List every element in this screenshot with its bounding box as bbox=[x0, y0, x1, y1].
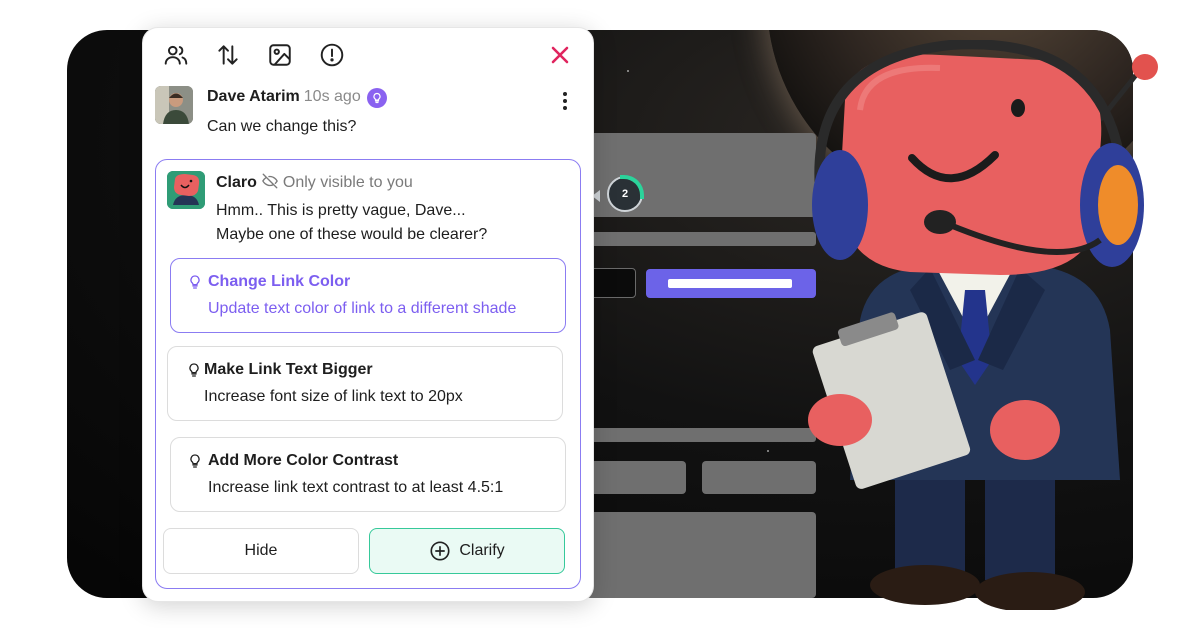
claro-avatar bbox=[167, 171, 205, 209]
mock-text-line bbox=[560, 428, 816, 442]
star bbox=[627, 70, 629, 72]
lightbulb-icon bbox=[190, 454, 200, 468]
ai-reply: Claro Only visible to you Hmm.. This is … bbox=[155, 159, 581, 589]
claro-message: Hmm.. This is pretty vague, Dave... Mayb… bbox=[216, 199, 487, 247]
suggestion-title: Add More Color Contrast bbox=[208, 452, 399, 469]
comment-author: Dave Atarim 10s ago bbox=[207, 88, 387, 108]
plus-circle-icon bbox=[430, 541, 450, 561]
toolbar bbox=[163, 42, 345, 68]
claro-message-line: Maybe one of these would be clearer? bbox=[216, 226, 488, 243]
suggestion-card[interactable]: Add More Color Contrast Increase link te… bbox=[170, 437, 566, 512]
mock-hero-block bbox=[560, 133, 816, 217]
avatar bbox=[155, 86, 193, 124]
comment-panel: Dave Atarim 10s ago Can we change this? C… bbox=[142, 27, 594, 602]
clarify-button-label: Clarify bbox=[459, 542, 505, 559]
lightbulb-icon bbox=[189, 363, 199, 377]
suggestion-description: Increase font size of link text to 20px bbox=[204, 388, 463, 405]
visibility-note: Only visible to you bbox=[282, 174, 413, 191]
hide-button[interactable]: Hide bbox=[163, 528, 359, 574]
star bbox=[767, 450, 769, 452]
users-icon[interactable] bbox=[163, 42, 189, 68]
mock-block bbox=[702, 461, 816, 494]
claro-name: Claro bbox=[216, 174, 257, 191]
more-options-icon[interactable] bbox=[555, 88, 575, 114]
mock-text-line bbox=[560, 232, 816, 246]
lightbulb-badge-icon bbox=[366, 88, 387, 108]
mock-block bbox=[560, 512, 816, 598]
comment-pin[interactable]: 2 bbox=[607, 175, 644, 212]
clarify-button[interactable]: Clarify bbox=[369, 528, 565, 574]
alert-icon[interactable] bbox=[319, 42, 345, 68]
comment-time: 10s ago bbox=[303, 88, 361, 105]
suggestion-title: Change Link Color bbox=[208, 273, 351, 290]
image-icon[interactable] bbox=[267, 42, 293, 68]
claro-message-line: Hmm.. This is pretty vague, Dave... bbox=[216, 202, 466, 219]
suggestion-description: Increase link text contrast to at least … bbox=[208, 479, 504, 496]
suggestion-card[interactable]: Change Link Color Update text color of l… bbox=[170, 258, 566, 333]
sort-icon[interactable] bbox=[215, 42, 241, 68]
stage: 2 Dave Atarim 10s ago Can we change this… bbox=[0, 0, 1200, 628]
suggestion-card[interactable]: Make Link Text Bigger Increase font size… bbox=[167, 346, 563, 421]
mock-button-label bbox=[668, 279, 792, 288]
claro-header: Claro Only visible to you bbox=[216, 172, 413, 192]
mascot-illustration bbox=[808, 40, 1158, 610]
eye-off-icon bbox=[262, 173, 278, 189]
suggestion-description: Update text color of link to a different… bbox=[208, 300, 517, 317]
hide-button-label: Hide bbox=[244, 542, 278, 559]
comment-text: Can we change this? bbox=[207, 118, 357, 135]
close-icon[interactable] bbox=[547, 42, 573, 68]
lightbulb-icon bbox=[190, 275, 200, 289]
pin-number: 2 bbox=[621, 188, 629, 200]
suggestion-title: Make Link Text Bigger bbox=[204, 361, 373, 378]
author-name: Dave Atarim bbox=[207, 88, 300, 105]
